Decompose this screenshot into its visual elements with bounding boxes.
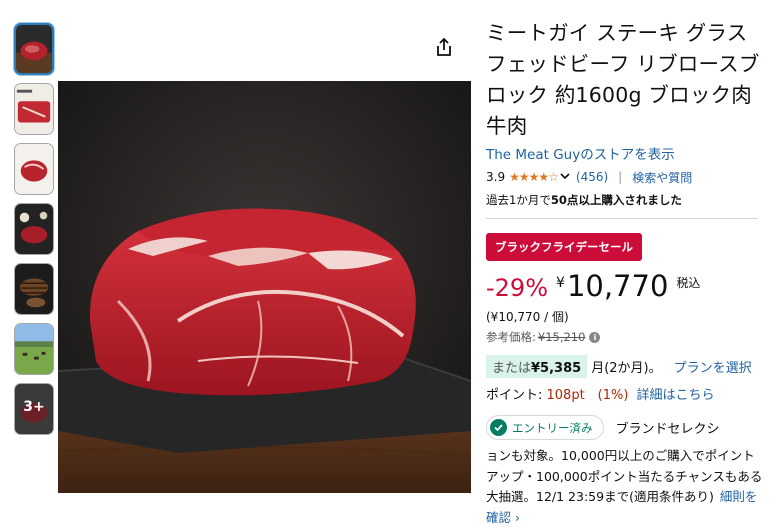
thumbnail-2[interactable]: [14, 83, 54, 135]
campaign-description: ョンも対象。10,000円以上のご購入でポイントアップ・100,000ポイント当…: [486, 446, 764, 528]
store-link[interactable]: The Meat Guyのストアを表示: [486, 143, 764, 163]
separator: |: [618, 170, 623, 184]
installment-prefix: または: [492, 361, 532, 376]
installment-row: または¥5,385 月(2か月)。 プランを選択: [486, 355, 764, 378]
reference-price-label: 参考価格:: [486, 330, 536, 344]
price-row: -29% ¥ 10,770 税込: [486, 269, 764, 303]
rating-value: 3.9: [486, 170, 506, 184]
deal-badge: ブラックフライデーセール: [486, 233, 642, 261]
rating-row: 3.9 ★★★★☆ (456) | 検索や質問: [486, 168, 764, 186]
price-value: 10,770: [566, 269, 669, 303]
divider: [486, 218, 758, 219]
thumbnail-gallery: 3+: [14, 23, 54, 443]
installment-suffix: 月(2か月)。: [591, 361, 662, 376]
thumbnail-5[interactable]: [14, 263, 54, 315]
points-row: ポイント: 108pt (1%) 詳細はこちら: [486, 384, 764, 403]
more-images-label: 3+: [23, 399, 45, 415]
unit-price: (¥10,770 / 個): [486, 310, 569, 324]
points-label: ポイント:: [486, 388, 547, 403]
thumbnail-4[interactable]: [14, 203, 54, 255]
product-title: ミートガイ ステーキ グラスフェッドビーフ リブロースブロック 約1600g ブ…: [486, 21, 760, 138]
share-icon[interactable]: [433, 36, 455, 58]
points-value: 108pt (1%): [546, 388, 629, 403]
entry-status-pill[interactable]: エントリー済み: [486, 415, 604, 440]
thumbnail-3[interactable]: [14, 143, 54, 195]
star-rating[interactable]: ★★★★☆: [509, 170, 559, 184]
thumbnail-more[interactable]: 3+: [14, 383, 54, 435]
select-plan-link[interactable]: プランを選択: [674, 357, 752, 376]
reference-price-row: 参考価格: ¥15,210 i: [486, 329, 764, 345]
campaign-entry-row: エントリー済み ブランドセレクシ: [486, 415, 764, 440]
info-icon[interactable]: i: [589, 331, 601, 343]
tax-label: 税込: [676, 276, 701, 290]
main-product-image[interactable]: [58, 81, 471, 493]
thumbnail-1[interactable]: [14, 23, 54, 75]
bought-count: 過去1か月で50点以上購入されました: [486, 192, 764, 208]
chevron-down-icon[interactable]: [560, 172, 570, 183]
search-qa-link[interactable]: 検索や質問: [632, 169, 692, 186]
bought-bold: 50点以上購入されました: [550, 193, 682, 207]
check-icon: [490, 419, 507, 436]
reference-price: ¥15,210: [537, 330, 586, 344]
product-info: ミートガイ ステーキ グラスフェッドビーフ リブロースブロック 約1600g ブ…: [486, 18, 764, 528]
installment-amount: ¥5,385: [531, 361, 582, 376]
bought-prefix: 過去1か月で: [486, 193, 551, 207]
review-count-link[interactable]: (456): [576, 170, 608, 184]
campaign-brand-text: ブランドセレクシ: [615, 422, 720, 437]
points-details-link[interactable]: 詳細はこちら: [636, 388, 714, 403]
entry-status-label: エントリー済み: [512, 420, 593, 435]
installment-pill: または¥5,385: [486, 355, 588, 378]
thumbnail-6[interactable]: [14, 323, 54, 375]
discount-percent: -29%: [486, 274, 549, 302]
currency-symbol: ¥: [556, 275, 565, 291]
